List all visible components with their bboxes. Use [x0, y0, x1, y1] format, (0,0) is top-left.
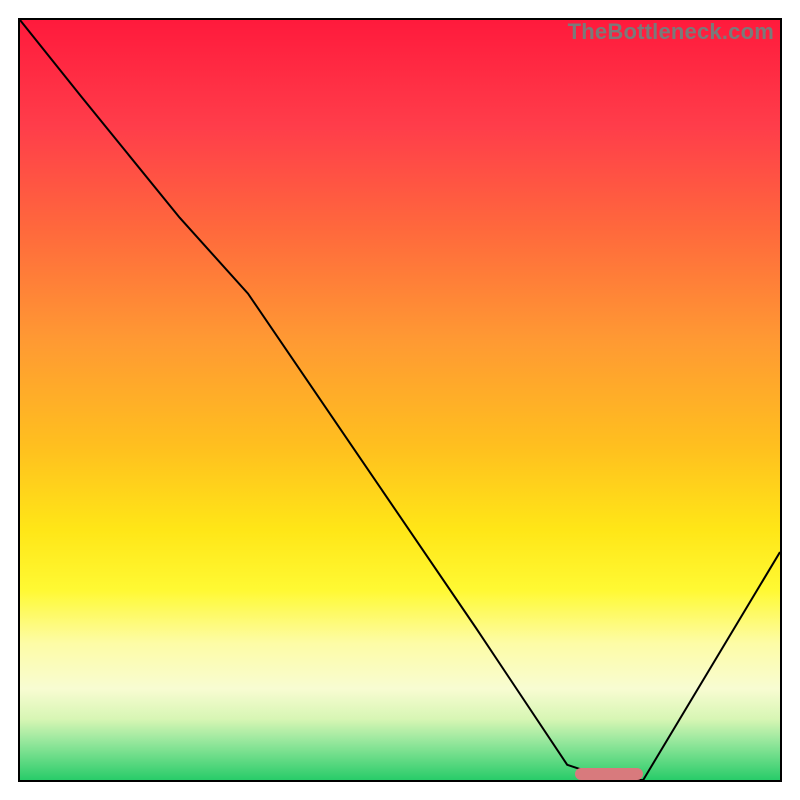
optimal-marker — [575, 768, 643, 780]
plot-area: TheBottleneck.com — [18, 18, 782, 782]
chart-container: TheBottleneck.com — [0, 0, 800, 800]
curve-svg — [20, 20, 780, 780]
watermark-text: TheBottleneck.com — [568, 19, 774, 45]
bottleneck-curve — [20, 20, 780, 780]
